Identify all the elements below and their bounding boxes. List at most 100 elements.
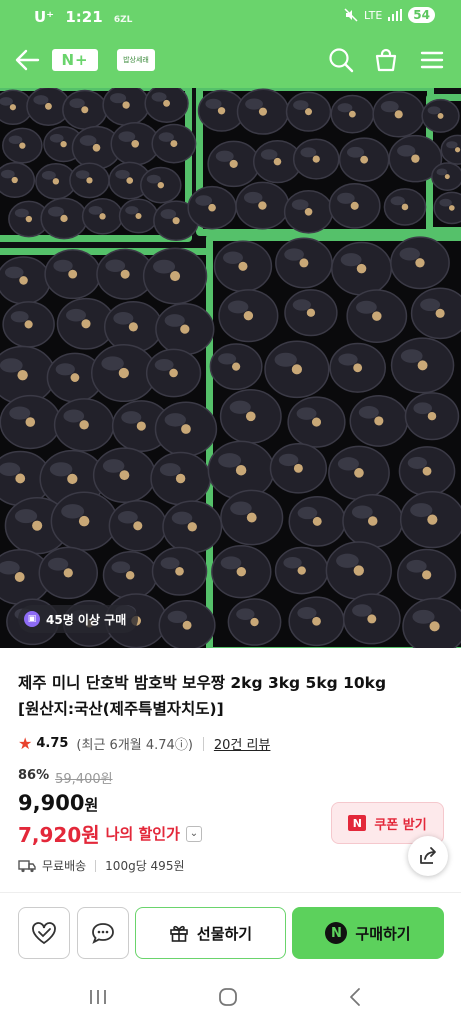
- pumpkin: [383, 188, 427, 226]
- pumpkin: [236, 88, 290, 135]
- product-title-line1: 제주 미니 단호박 밤호박 보우짱 2kg 3kg 5kg 10kg: [18, 674, 387, 692]
- gift-icon: [170, 925, 188, 942]
- divider: [95, 859, 97, 872]
- network-label: LTE: [364, 8, 383, 22]
- pumpkin: [53, 398, 115, 452]
- pumpkin: [440, 134, 461, 165]
- menu-icon[interactable]: [418, 46, 446, 74]
- review-link[interactable]: 20건 리뷰: [214, 734, 271, 753]
- carrier-label: U⁺: [34, 8, 55, 26]
- pumpkin: [402, 597, 461, 648]
- chat-button[interactable]: [77, 907, 129, 959]
- my-discount-price[interactable]: 7,920원 나의 할인가 ⌄: [18, 819, 202, 848]
- pumpkin: [325, 541, 392, 600]
- sale-price-number: 9,900: [18, 791, 85, 815]
- pumpkin: [220, 489, 284, 546]
- battery-indicator: 54: [408, 7, 435, 23]
- pumpkin: [2, 301, 55, 348]
- pumpkin: [92, 447, 156, 503]
- pumpkin: [151, 123, 197, 164]
- buy-label: 구매하기: [355, 924, 411, 943]
- pumpkin: [342, 494, 404, 548]
- shopping-bag-icon[interactable]: [372, 46, 400, 74]
- rating-score: 4.75: [36, 736, 69, 751]
- search-icon[interactable]: [327, 46, 355, 74]
- pumpkin: [155, 302, 215, 356]
- discount-row: 86% 59,400원: [18, 768, 113, 787]
- shipping-label: 무료배송: [42, 859, 87, 873]
- original-price: 59,400원: [55, 772, 113, 787]
- status-bar: U⁺ 1:21 6ZL LTE 54: [0, 0, 461, 32]
- pumpkin: [118, 198, 159, 234]
- pumpkin: [213, 240, 273, 293]
- share-button[interactable]: [408, 836, 448, 876]
- app-header: N+ 밥상세래: [0, 32, 461, 88]
- pumpkin: [264, 340, 330, 399]
- purchase-count-text: 45명 이상 구매: [46, 612, 127, 627]
- pumpkin: [433, 191, 461, 225]
- pumpkin: [390, 236, 450, 290]
- pumpkin: [218, 289, 279, 343]
- naver-pay-icon: N: [325, 922, 348, 944]
- product-image[interactable]: [0, 88, 461, 648]
- naver-plus-logo[interactable]: N+: [52, 49, 98, 71]
- status-small-text: 6ZL: [113, 15, 133, 25]
- unit-price: 100g당 495원: [105, 859, 185, 873]
- pumpkin: [38, 546, 99, 600]
- pumpkin: [284, 289, 338, 337]
- truck-icon: [18, 859, 36, 872]
- my-price-label: 나의 할인가: [105, 825, 180, 843]
- store-logo[interactable]: 밥상세래: [117, 49, 155, 71]
- pumpkin: [154, 401, 218, 457]
- recent-rating[interactable]: (최근 6개월 4.74ⓘ): [76, 734, 192, 753]
- pumpkin: [207, 440, 275, 500]
- pumpkin: [338, 137, 390, 182]
- star-icon: ★: [18, 734, 33, 753]
- system-navigation: [0, 972, 461, 1024]
- pumpkin: [2, 127, 43, 164]
- chevron-down-icon[interactable]: ⌄: [185, 825, 202, 842]
- gift-button[interactable]: 선물하기: [135, 907, 286, 959]
- back-arrow-icon[interactable]: [14, 48, 40, 72]
- recent-apps-icon[interactable]: [88, 988, 108, 1006]
- home-icon[interactable]: [218, 987, 238, 1007]
- pumpkin: [342, 593, 401, 645]
- pumpkin: [108, 500, 167, 552]
- pumpkin: [162, 500, 223, 554]
- pumpkin: [50, 491, 118, 551]
- product-title: 제주 미니 단호박 밤호박 보우짱 2kg 3kg 5kg 10kg [원산지:…: [18, 670, 448, 722]
- pumpkin: [142, 247, 208, 305]
- mute-icon: [344, 8, 358, 22]
- pumpkin: [207, 140, 260, 188]
- product-title-line2: [원산지:국산(제주특별자치도)]: [18, 700, 224, 718]
- pumpkin: [44, 249, 102, 300]
- pumpkin: [69, 162, 110, 199]
- pumpkin: [275, 237, 333, 289]
- pumpkin: [211, 545, 272, 599]
- my-price-value: 7,920원: [18, 823, 100, 847]
- pumpkin: [346, 289, 408, 343]
- pumpkin: [330, 94, 375, 134]
- pumpkin: [102, 551, 158, 600]
- pumpkin: [372, 91, 426, 138]
- back-icon[interactable]: [348, 987, 362, 1007]
- sale-price-unit: 원: [84, 796, 99, 814]
- pumpkin: [40, 197, 88, 240]
- pumpkin: [410, 287, 461, 340]
- pumpkin: [0, 256, 51, 305]
- rating-row: ★ 4.75 (최근 6개월 4.74ⓘ) 20건 리뷰: [18, 734, 270, 753]
- pumpkin: [283, 190, 334, 234]
- bag-icon: ▣: [24, 611, 40, 627]
- pumpkin: [158, 600, 216, 648]
- pumpkin: [349, 395, 409, 447]
- pumpkin: [397, 548, 457, 602]
- pumpkin: [269, 443, 328, 494]
- purchase-count-badge: ▣ 45명 이상 구매: [18, 605, 139, 633]
- pumpkin: [390, 337, 455, 394]
- buy-button[interactable]: N 구매하기: [292, 907, 444, 959]
- pumpkin: [62, 89, 108, 130]
- coupon-label: 쿠폰 받기: [374, 817, 427, 833]
- pumpkin: [328, 445, 390, 501]
- pumpkin: [151, 546, 208, 596]
- wishlist-button[interactable]: [18, 907, 70, 959]
